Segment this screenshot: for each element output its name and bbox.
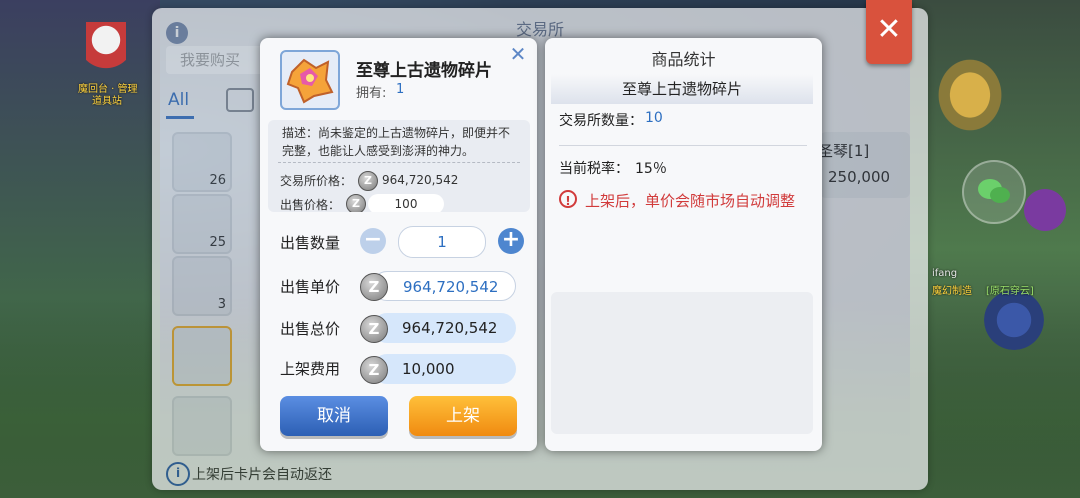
zeny-coin-icon: Z: [360, 315, 388, 343]
exchange-title: 交易所: [515, 20, 564, 39]
price-adjust-warning: 上架后，单价会随市场自动调整: [585, 192, 796, 210]
unit-price-input[interactable]: 964,720,542: [372, 271, 516, 301]
unit-price-label: 出售单价: [280, 278, 341, 296]
zeny-coin-icon: Z: [360, 356, 388, 384]
zeny-coin-icon: Z: [360, 273, 388, 301]
tax-rate-label: 当前税率：: [559, 161, 629, 177]
listing-name: 圣琴[1]: [818, 142, 870, 160]
sell-panel: 至尊上古遗物碎片 拥有: 1 ✕ 描述：尚未鉴定的上古遗物碎片，即便并不完整，也…: [260, 38, 537, 451]
listing-fee-value: 10,000: [372, 354, 516, 384]
item-slot[interactable]: 25: [172, 194, 232, 254]
tab-clothing-icon[interactable]: [226, 88, 254, 112]
exchange-count-value: 10: [645, 110, 663, 126]
fairy-character: [930, 50, 1010, 140]
sell-price-label: 出售价格：: [280, 198, 341, 212]
divider: [278, 162, 520, 163]
exchange-footer-note: 上架后卡片会自动返还: [192, 467, 332, 483]
item-count: 3: [217, 297, 226, 312]
warning-icon: !: [559, 190, 577, 208]
player-name: ifang: [932, 268, 958, 279]
tax-rate-value: 15％: [635, 161, 667, 177]
npc-character[interactable]: [86, 22, 126, 82]
stats-panel: 商品统计 至尊上古遗物碎片 交易所数量： 10 当前税率： 15％ ! 上架后，…: [545, 38, 822, 451]
item-icon: [280, 50, 340, 110]
item-name: 至尊上古遗物碎片: [356, 61, 492, 81]
stats-footer-area: [551, 292, 813, 434]
npc-label: 道具站: [92, 96, 122, 107]
item-count: 26: [209, 173, 226, 188]
zeny-coin-icon: Z: [358, 171, 378, 191]
info-icon[interactable]: i: [166, 22, 188, 44]
item-slot-selected[interactable]: [172, 326, 232, 386]
cancel-button[interactable]: 取消: [280, 396, 388, 436]
owned-count: 1: [396, 82, 405, 97]
listing-fee-label: 上架费用: [280, 360, 341, 378]
list-item-button[interactable]: 上架: [409, 396, 517, 436]
description-box[interactable]: 描述：尚未鉴定的上古遗物碎片，即便并不完整，也能让人感受到澎湃的神力。 交易所价…: [268, 120, 530, 212]
relic-fragment-icon: [286, 58, 334, 104]
exchange-price-label: 交易所价格：: [280, 174, 353, 188]
sell-price-value: 100: [368, 194, 444, 212]
zeny-coin-icon: Z: [346, 194, 366, 212]
decrease-quantity-button[interactable]: −: [360, 228, 386, 254]
total-price-label: 出售总价: [280, 320, 341, 338]
tab-all[interactable]: All: [168, 90, 189, 110]
item-slot[interactable]: 3: [172, 256, 232, 316]
flower-decoration: [984, 290, 1044, 350]
exchange-count-label: 交易所数量：: [559, 113, 643, 129]
chat-icon: [978, 179, 1010, 203]
chat-button[interactable]: [962, 160, 1026, 224]
stats-item-name: 至尊上古遗物碎片: [551, 74, 813, 104]
player-tag: 魔幻制造: [932, 286, 972, 297]
quantity-label: 出售数量: [280, 234, 341, 252]
total-price-value: 964,720,542: [372, 313, 516, 343]
player-tag: [原石穿云]: [986, 286, 1034, 297]
increase-quantity-button[interactable]: +: [498, 228, 524, 254]
stats-title: 商品统计: [651, 50, 716, 69]
listing-price: 250,000: [828, 168, 891, 186]
owned-label: 拥有:: [356, 86, 387, 101]
item-slot[interactable]: [172, 396, 232, 456]
item-description: 描述：尚未鉴定的上古遗物碎片，即便并不完整，也能让人感受到澎湃的神力。: [282, 126, 511, 158]
quantity-input[interactable]: 1: [398, 226, 486, 258]
item-slot[interactable]: 26: [172, 132, 232, 192]
exchange-close-button[interactable]: ✕: [866, 0, 912, 64]
item-count: 25: [209, 235, 226, 250]
divider: [559, 145, 807, 146]
close-icon[interactable]: ✕: [508, 44, 528, 64]
info-icon: i: [166, 462, 190, 486]
search-input[interactable]: 我要购买: [166, 46, 266, 74]
tab-all-indicator: [166, 116, 194, 119]
exchange-price-value: 964,720,542: [382, 173, 459, 187]
